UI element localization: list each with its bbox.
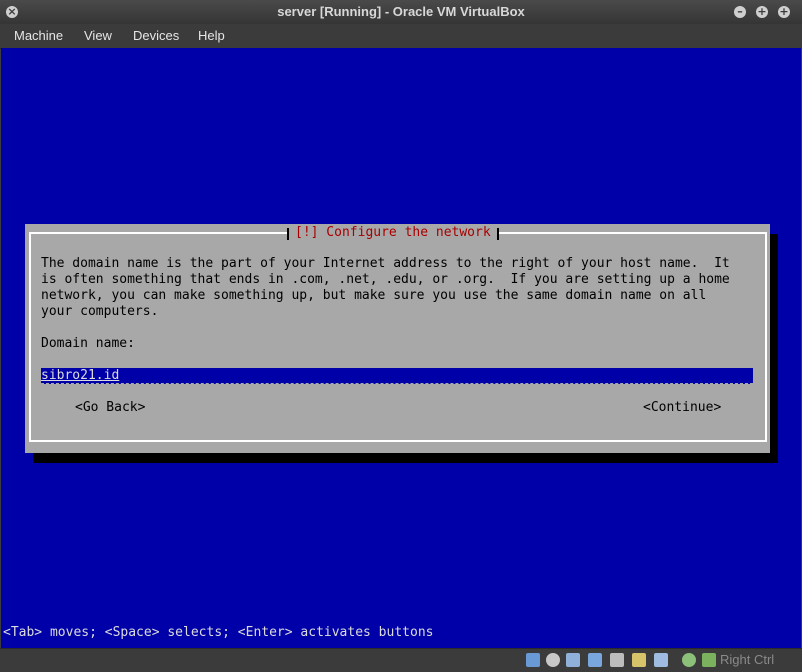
usb-icon[interactable]: [610, 653, 624, 667]
window-title: server [Running] - Oracle VM VirtualBox: [277, 4, 525, 19]
minimize-icon[interactable]: –: [734, 6, 746, 18]
dialog-title: [!] Configure the network: [287, 224, 499, 242]
menu-bar: Machine View Devices Help: [0, 24, 802, 49]
help-line: <Tab> moves; <Space> selects; <Enter> ac…: [3, 625, 434, 640]
continue-button[interactable]: <Continue>: [643, 400, 721, 415]
menu-devices[interactable]: Devices: [133, 28, 179, 43]
title-bar[interactable]: × server [Running] - Oracle VM VirtualBo…: [0, 0, 802, 24]
optical-drive-icon[interactable]: [546, 653, 560, 667]
vm-screen[interactable]: [!] Configure the network The domain nam…: [1, 48, 801, 648]
host-key-label: Right Ctrl: [720, 652, 775, 667]
menu-view[interactable]: View: [84, 28, 112, 43]
shared-folders-icon[interactable]: [632, 653, 646, 667]
mouse-integration-icon[interactable]: [682, 653, 696, 667]
audio-icon[interactable]: [566, 653, 580, 667]
go-back-button[interactable]: <Go Back>: [75, 400, 145, 415]
menu-machine[interactable]: Machine: [14, 28, 63, 43]
domain-name-input[interactable]: sibro21.id: [41, 368, 753, 384]
keyboard-capture-icon[interactable]: [702, 653, 716, 667]
maximize-icon[interactable]: +: [756, 6, 768, 18]
restore-icon[interactable]: +: [778, 6, 790, 18]
domain-description: The domain name is the part of your Inte…: [41, 256, 730, 319]
configure-network-dialog: [!] Configure the network The domain nam…: [25, 224, 770, 453]
network-icon[interactable]: [588, 653, 602, 667]
status-bar: Right Ctrl: [0, 648, 802, 672]
video-capture-icon[interactable]: [654, 653, 668, 667]
domain-name-label: Domain name:: [41, 336, 135, 351]
menu-help[interactable]: Help: [198, 28, 225, 43]
domain-name-value: sibro21.id: [41, 368, 120, 383]
hard-disk-icon[interactable]: [526, 653, 540, 667]
